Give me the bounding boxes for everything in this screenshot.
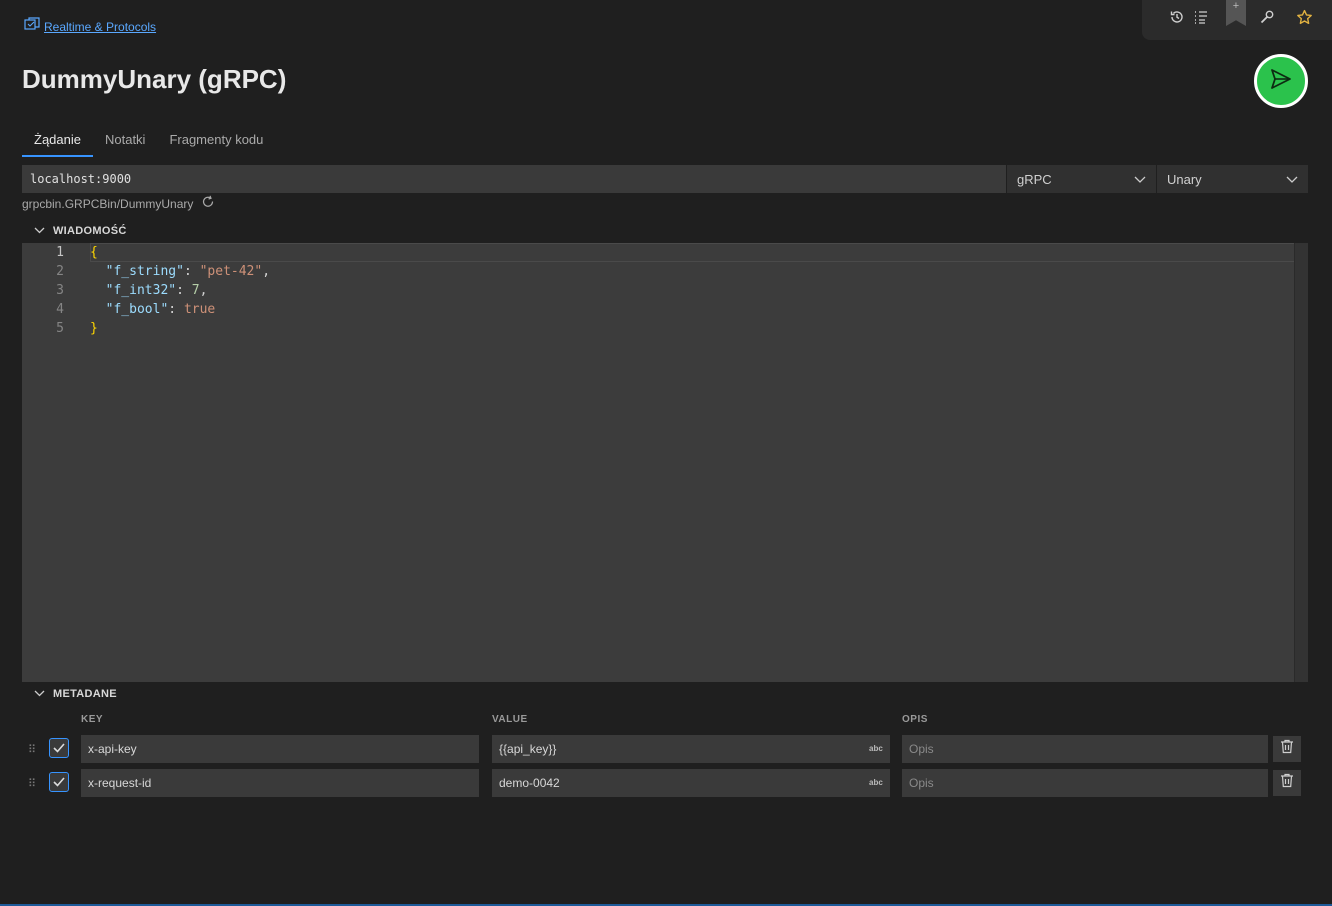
page-title: DummyUnary (gRPC): [22, 64, 287, 94]
code-line: "f_string": "pet-42",: [90, 262, 270, 281]
type-badge: abc: [869, 744, 883, 753]
breadcrumb-link[interactable]: Realtime & Protocols: [44, 20, 156, 34]
star-icon[interactable]: [1293, 6, 1315, 28]
json-key: "f_int32": [105, 283, 177, 298]
list-icon[interactable]: [1190, 6, 1212, 28]
json-value: 7: [191, 283, 200, 298]
delete-row-button[interactable]: [1273, 736, 1301, 762]
json-key: "f_string": [105, 264, 184, 279]
message-section-header[interactable]: WIADOMOŚĆ: [34, 225, 127, 237]
column-header-value: VALUE: [492, 714, 528, 725]
url-row: gRPC Unary: [22, 165, 1308, 193]
code-line: "f_bool": true: [90, 300, 270, 319]
url-input[interactable]: [22, 165, 1006, 193]
editor-scrollbar[interactable]: [1294, 243, 1308, 682]
drag-handle-icon[interactable]: ⠿: [28, 777, 36, 790]
code-line: {: [90, 243, 270, 262]
metadata-key-input[interactable]: [81, 735, 479, 763]
metadata-section-header[interactable]: METADANE: [34, 688, 117, 700]
trash-icon: [1280, 773, 1294, 793]
json-brace: {: [90, 245, 98, 260]
current-line-highlight: [90, 243, 1306, 262]
metadata-value-input[interactable]: [492, 769, 890, 797]
history-icon[interactable]: [1166, 6, 1188, 28]
message-section-label: WIADOMOŚĆ: [53, 225, 127, 237]
metadata-row: ⠿ abc: [22, 735, 1308, 763]
metadata-key-input[interactable]: [81, 769, 479, 797]
type-badge: abc: [869, 778, 883, 787]
metadata-section-label: METADANE: [53, 688, 117, 700]
metadata-row: ⠿ abc: [22, 769, 1308, 797]
json-value: "pet-42": [199, 264, 263, 279]
chevron-down-icon: [34, 225, 45, 237]
metadata-description-input[interactable]: [902, 769, 1268, 797]
wrench-icon[interactable]: [1256, 6, 1278, 28]
call-type-select-value: Unary: [1167, 171, 1202, 187]
row-enabled-checkbox[interactable]: [49, 772, 69, 792]
breadcrumb: Realtime & Protocols: [24, 17, 156, 36]
chevron-down-icon: [1134, 172, 1146, 187]
json-comma: ,: [262, 264, 271, 279]
trash-icon: [1280, 739, 1294, 759]
line-number: 1: [56, 245, 64, 260]
method-path-text: grpcbin.GRPCBin/DummyUnary: [22, 196, 194, 211]
tab-notes[interactable]: Notatki: [93, 128, 157, 157]
protocol-select-value: gRPC: [1017, 171, 1052, 187]
row-enabled-checkbox[interactable]: [49, 738, 69, 758]
metadata-description-input[interactable]: [902, 735, 1268, 763]
json-key: "f_bool": [105, 302, 169, 317]
line-number: 2: [56, 264, 64, 279]
send-button[interactable]: [1254, 54, 1308, 108]
collection-icon: [24, 17, 40, 36]
code-line: }: [90, 319, 270, 338]
json-value: true: [183, 302, 216, 317]
send-icon: [1269, 67, 1293, 96]
delete-row-button[interactable]: [1273, 770, 1301, 796]
tab-code-snippets[interactable]: Fragmenty kodu: [157, 128, 275, 157]
json-comma: ,: [199, 283, 208, 298]
code-line: "f_int32": 7,: [90, 281, 270, 300]
line-number-gutter: 1 2 3 4 5: [22, 243, 82, 338]
refresh-icon[interactable]: [201, 195, 215, 212]
tab-request[interactable]: Żądanie: [22, 128, 93, 157]
method-path: grpcbin.GRPCBin/DummyUnary: [22, 195, 215, 212]
code-content: { "f_string": "pet-42", "f_int32": 7, "f…: [90, 243, 270, 338]
chevron-down-icon: [34, 688, 45, 700]
protocol-select[interactable]: gRPC: [1006, 165, 1156, 193]
json-brace: }: [90, 321, 98, 336]
metadata-value-input[interactable]: [492, 735, 890, 763]
request-tabs: Żądanie Notatki Fragmenty kodu: [22, 128, 275, 157]
column-header-description: OPIS: [902, 714, 928, 725]
call-type-select[interactable]: Unary: [1156, 165, 1308, 193]
json-colon: :: [176, 283, 192, 298]
column-header-key: KEY: [81, 714, 104, 725]
json-colon: :: [168, 302, 184, 317]
top-toolbar: +: [1142, 0, 1332, 40]
bookmark-add-icon[interactable]: +: [1226, 0, 1246, 26]
line-number: 3: [56, 283, 64, 298]
drag-handle-icon[interactable]: ⠿: [28, 743, 36, 756]
line-number: 4: [56, 302, 64, 317]
json-colon: :: [183, 264, 200, 279]
chevron-down-icon: [1286, 172, 1298, 187]
message-editor[interactable]: 1 2 3 4 5 { "f_string": "pet-42", "f_int…: [22, 243, 1308, 682]
line-number: 5: [56, 321, 64, 336]
